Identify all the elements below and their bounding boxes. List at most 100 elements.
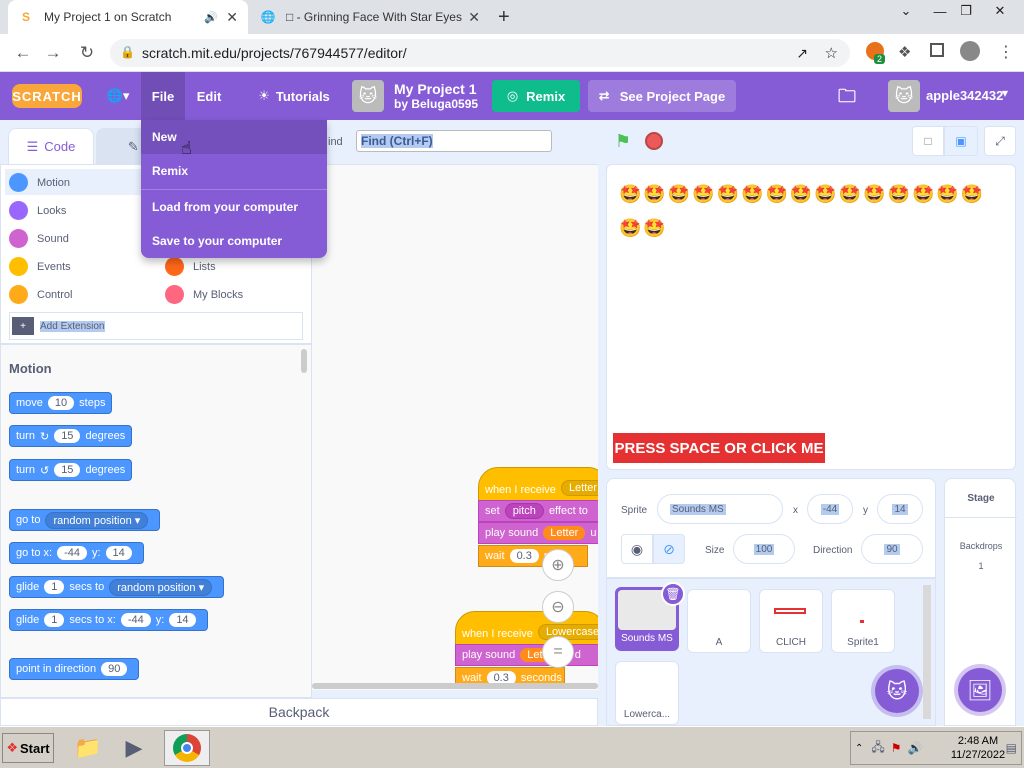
category-sound[interactable]: Sound	[9, 229, 69, 248]
edit-menu[interactable]: Edit	[188, 72, 230, 120]
forward-icon[interactable]: →	[42, 42, 64, 64]
file-menu[interactable]: File	[141, 72, 185, 120]
sprite-list-scrollbar[interactable]	[923, 585, 931, 719]
block-dropdown[interactable]: random position ▾	[45, 511, 149, 529]
block-dropdown[interactable]: random position ▾	[109, 578, 213, 596]
folder-icon[interactable]: 🗀	[838, 84, 856, 114]
block-dropdown[interactable]: pitch	[504, 503, 544, 519]
block-turn-right[interactable]: turn ↻ 15 degrees	[9, 425, 133, 447]
back-icon[interactable]: ←	[12, 42, 34, 64]
small-stage-icon[interactable]: □	[912, 126, 944, 156]
block-dropdown[interactable]: Letter	[560, 480, 598, 496]
block-point-direction[interactable]: point in direction 90	[9, 658, 140, 680]
block-play-sound-until-done[interactable]: play sound Lett ntil d	[455, 644, 598, 666]
block-reporter[interactable]: Letter	[543, 526, 586, 540]
menu-item-new[interactable]: New	[141, 120, 327, 154]
fullscreen-icon[interactable]: ⤢	[984, 126, 1016, 156]
address-bar[interactable]: 🔒 scratch.mit.edu/projects/767944577/edi…	[110, 39, 850, 67]
block-input[interactable]: -44	[57, 546, 87, 560]
chrome-icon[interactable]	[164, 730, 210, 766]
media-player-icon[interactable]: ▶	[116, 730, 152, 766]
block-input[interactable]: 1	[44, 580, 65, 594]
find-input[interactable]: Find (Ctrl+F)	[356, 130, 552, 152]
size-input[interactable]: 100	[733, 534, 795, 564]
project-owner-avatar[interactable]: 🐱	[352, 80, 384, 112]
block-input[interactable]: 15	[54, 429, 81, 443]
puzzle-icon[interactable]: ❖	[898, 43, 911, 61]
scratch-logo[interactable]: SCRATCH	[12, 84, 82, 108]
choose-backdrop-icon[interactable]: 🖼	[958, 668, 1002, 712]
tutorials-button[interactable]: ☀ Tutorials	[248, 72, 340, 120]
category-looks[interactable]: Looks	[9, 201, 66, 220]
sprite-tile-a[interactable]: A	[687, 589, 751, 653]
restore-icon[interactable]: ❐	[954, 2, 978, 20]
stop-icon[interactable]	[645, 132, 663, 150]
add-extension-button[interactable]: + Add Extension	[9, 312, 303, 340]
block-input[interactable]: 14	[169, 613, 196, 627]
backpack[interactable]: Backpack	[0, 698, 598, 726]
see-project-page-button[interactable]: ⇄ See Project Page	[588, 80, 736, 112]
new-tab-button[interactable]: +	[498, 6, 510, 29]
x-input[interactable]: -44	[807, 494, 853, 524]
clock[interactable]: 2:48 AM 11/27/2022	[943, 734, 1013, 762]
browser-tab-inactive[interactable]: 🌐 □ - Grinning Face With Star Eyes ✕	[250, 0, 490, 34]
close-tab-icon[interactable]: ✕	[226, 9, 238, 26]
project-title[interactable]: My Project 1	[394, 81, 476, 97]
sprite-tile-clich[interactable]: CLICH	[759, 589, 823, 653]
menu-item-load[interactable]: Load from your computer	[141, 189, 327, 223]
workspace-scrollbar[interactable]	[312, 683, 598, 689]
menu-item-save[interactable]: Save to your computer	[141, 224, 327, 258]
bookmark-star-icon[interactable]: ☆	[825, 44, 838, 62]
block-go-to[interactable]: go to random position ▾	[9, 509, 161, 531]
profile-avatar-icon[interactable]	[960, 41, 980, 61]
network-icon[interactable]: 🖧	[871, 738, 884, 759]
username[interactable]: apple342432	[926, 88, 1003, 103]
category-control[interactable]: Control	[9, 285, 72, 304]
chevron-down-icon[interactable]: ▾	[1002, 86, 1008, 100]
category-events[interactable]: Events	[9, 257, 71, 276]
show-sprite-icon[interactable]: ◉	[621, 534, 653, 564]
delete-sprite-icon[interactable]: 🗑	[661, 582, 685, 606]
security-icon[interactable]: ⚑	[891, 741, 902, 755]
category-motion[interactable]: Motion	[9, 173, 70, 192]
minimize-icon[interactable]: —	[928, 2, 952, 20]
tab-code[interactable]: ☰ Code	[8, 128, 94, 164]
block-set-effect[interactable]: set pitch effect to	[478, 500, 598, 522]
sprite-tile-sprite1[interactable]: Sprite1	[831, 589, 895, 653]
zoom-in-icon[interactable]: ⊕	[542, 549, 574, 581]
category-lists[interactable]: Lists	[165, 257, 216, 276]
remix-button[interactable]: ◎ Remix	[492, 80, 580, 112]
block-dropdown[interactable]: Lowercase	[537, 624, 598, 640]
press-space-button[interactable]: PRESS SPACE OR CLICK ME	[613, 433, 825, 463]
file-explorer-icon[interactable]: 📁	[70, 730, 106, 766]
menu-item-remix[interactable]: Remix	[141, 154, 327, 188]
zoom-reset-icon[interactable]: =	[542, 636, 574, 668]
choose-sprite-icon[interactable]: 🐱	[875, 669, 919, 713]
start-button[interactable]: ❖ Start	[2, 733, 54, 763]
close-window-icon[interactable]: ✕	[988, 2, 1012, 20]
sprite-name-input[interactable]: Sounds MS	[657, 494, 783, 524]
block-glide[interactable]: glide 1 secs to random position ▾	[9, 576, 225, 598]
kebab-menu-icon[interactable]: ⋮	[998, 42, 1014, 62]
block-turn-left[interactable]: turn ↺ 15 degrees	[9, 459, 133, 481]
reload-icon[interactable]: ↻	[76, 42, 98, 64]
volume-icon[interactable]: 🔊	[908, 741, 923, 755]
block-play-sound[interactable]: play sound Letter u	[478, 522, 598, 544]
share-icon[interactable]: ↗	[796, 45, 808, 62]
block-move-steps[interactable]: move 10 steps	[9, 392, 113, 414]
direction-input[interactable]: 90	[861, 534, 923, 564]
large-stage-icon[interactable]: ▣	[944, 126, 978, 156]
block-input[interactable]: 0.3	[509, 549, 539, 563]
y-input[interactable]: 14	[877, 494, 923, 524]
block-input[interactable]: 10	[47, 396, 75, 410]
tray-expand-icon[interactable]: ⌃	[855, 743, 863, 754]
sidepanel-icon[interactable]	[930, 43, 944, 57]
user-avatar[interactable]: 🐱	[888, 80, 920, 112]
block-glide-xy[interactable]: glide 1 secs to x: -44 y: 14	[9, 609, 208, 631]
zoom-out-icon[interactable]: ⊖	[542, 591, 574, 623]
hide-sprite-icon[interactable]: ⊘	[653, 534, 685, 564]
stage-canvas[interactable]: 🤩🤩🤩🤩🤩🤩🤩🤩🤩🤩🤩🤩🤩🤩🤩🤩🤩 PRESS SPACE OR CLICK M…	[606, 164, 1016, 470]
green-flag-icon[interactable]: ⚑	[608, 126, 638, 156]
block-input[interactable]: 14	[105, 546, 132, 560]
tab-search-icon[interactable]: ⌄	[894, 2, 918, 20]
